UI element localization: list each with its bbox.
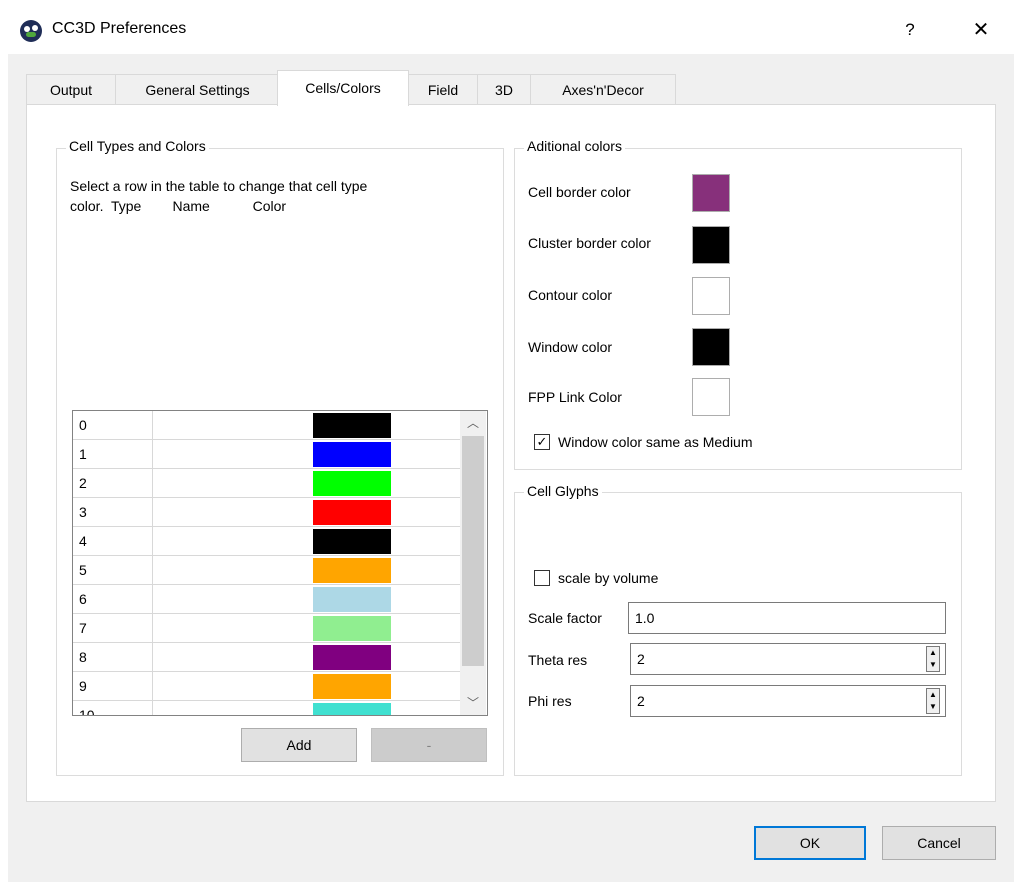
tab-axes-decor[interactable]: Axes'n'Decor bbox=[530, 74, 676, 104]
tab-3d[interactable]: 3D bbox=[477, 74, 531, 104]
cell-type-table[interactable]: 0 1 2 3 4 5 6 7 8 9 10 bbox=[72, 410, 488, 716]
theta-res-label: Theta res bbox=[528, 652, 588, 668]
scrollbar-thumb[interactable] bbox=[462, 436, 484, 666]
cell-type-color-swatch[interactable] bbox=[313, 703, 391, 715]
same-as-medium-label: Window color same as Medium bbox=[558, 434, 753, 450]
phi-res-spinbox[interactable]: 2 bbox=[630, 685, 946, 717]
cell-type-name bbox=[153, 469, 313, 497]
table-row[interactable]: 3 bbox=[73, 498, 461, 527]
help-button[interactable]: ? bbox=[898, 16, 922, 44]
app-icon bbox=[20, 20, 42, 42]
cell-type-name bbox=[153, 527, 313, 555]
cell-type-color-swatch[interactable] bbox=[313, 442, 391, 467]
table-row[interactable]: 6 bbox=[73, 585, 461, 614]
tab-field[interactable]: Field bbox=[408, 74, 478, 104]
scale-by-volume-label: scale by volume bbox=[558, 570, 659, 586]
cell-glyphs-groupbox bbox=[514, 492, 962, 776]
scale-factor-label: Scale factor bbox=[528, 610, 602, 626]
table-row[interactable]: 0 bbox=[73, 411, 461, 440]
window-color-label: Window color bbox=[528, 339, 613, 355]
theta-res-spinbox[interactable]: 2 bbox=[630, 643, 946, 675]
cell-type-name bbox=[153, 614, 313, 642]
cell-type-id: 10 bbox=[73, 701, 153, 715]
cluster-border-color-swatch[interactable] bbox=[692, 226, 730, 264]
ok-button[interactable]: OK bbox=[754, 826, 866, 860]
cell-border-color-label: Cell border color bbox=[528, 184, 631, 200]
fpp-link-color-swatch[interactable] bbox=[692, 378, 730, 416]
close-button[interactable]: ✕ bbox=[966, 16, 996, 44]
cell-type-id: 5 bbox=[73, 556, 153, 584]
cell-type-id: 7 bbox=[73, 614, 153, 642]
additional-colors-group-title: Aditional colors bbox=[524, 138, 625, 154]
cell-type-id: 8 bbox=[73, 643, 153, 671]
table-row[interactable]: 10 bbox=[73, 701, 461, 715]
table-row[interactable]: 1 bbox=[73, 440, 461, 469]
cell-type-name bbox=[153, 701, 313, 715]
cell-type-name bbox=[153, 440, 313, 468]
cell-border-color-swatch[interactable] bbox=[692, 174, 730, 212]
tab-general-settings[interactable]: General Settings bbox=[115, 74, 280, 104]
cell-type-name bbox=[153, 585, 313, 613]
table-row[interactable]: 8 bbox=[73, 643, 461, 672]
cancel-button[interactable]: Cancel bbox=[882, 826, 996, 860]
add-button[interactable]: Add bbox=[241, 728, 357, 762]
cell-type-color-swatch[interactable] bbox=[313, 645, 391, 670]
scale-factor-input[interactable]: 1.0 bbox=[628, 602, 946, 634]
cell-type-id: 0 bbox=[73, 411, 153, 439]
cell-type-id: 6 bbox=[73, 585, 153, 613]
cell-type-id: 3 bbox=[73, 498, 153, 526]
cell-type-id: 1 bbox=[73, 440, 153, 468]
cell-type-color-swatch[interactable] bbox=[313, 674, 391, 699]
cell-type-color-swatch[interactable] bbox=[313, 529, 391, 554]
fpp-link-color-label: FPP Link Color bbox=[528, 389, 622, 405]
scale-by-volume-checkbox[interactable] bbox=[534, 570, 550, 586]
scroll-up-icon[interactable]: ︿ bbox=[460, 411, 486, 435]
cell-type-id: 9 bbox=[73, 672, 153, 700]
table-row[interactable]: 9 bbox=[73, 672, 461, 701]
tab-output[interactable]: Output bbox=[26, 74, 116, 104]
table-row[interactable]: 7 bbox=[73, 614, 461, 643]
cell-glyphs-group-title: Cell Glyphs bbox=[524, 483, 602, 499]
cell-type-name bbox=[153, 672, 313, 700]
cell-type-name bbox=[153, 411, 313, 439]
cell-type-color-swatch[interactable] bbox=[313, 616, 391, 641]
cell-type-color-swatch[interactable] bbox=[313, 471, 391, 496]
remove-button[interactable]: - bbox=[371, 728, 487, 762]
instruction-line-1: Select a row in the table to change that… bbox=[70, 178, 368, 194]
cell-type-name bbox=[153, 556, 313, 584]
cell-type-color-swatch[interactable] bbox=[313, 558, 391, 583]
phi-res-label: Phi res bbox=[528, 693, 572, 709]
cluster-border-color-label: Cluster border color bbox=[528, 235, 651, 251]
instruction-line-2: color. Type Name Color bbox=[70, 198, 287, 214]
contour-color-swatch[interactable] bbox=[692, 277, 730, 315]
theta-res-stepper-icon[interactable]: ▲ ▼ bbox=[926, 646, 940, 672]
scroll-down-icon[interactable]: ﹀ bbox=[460, 691, 486, 715]
window-title: CC3D Preferences bbox=[52, 20, 187, 37]
contour-color-label: Contour color bbox=[528, 287, 613, 303]
table-row[interactable]: 2 bbox=[73, 469, 461, 498]
phi-res-stepper-icon[interactable]: ▲ ▼ bbox=[926, 688, 940, 714]
table-row[interactable]: 4 bbox=[73, 527, 461, 556]
cell-type-name bbox=[153, 498, 313, 526]
cell-types-group-title: Cell Types and Colors bbox=[66, 138, 209, 154]
cell-type-id: 2 bbox=[73, 469, 153, 497]
same-as-medium-checkbox[interactable]: ✓ bbox=[534, 434, 550, 450]
cell-type-color-swatch[interactable] bbox=[313, 500, 391, 525]
cell-type-color-swatch[interactable] bbox=[313, 587, 391, 612]
cell-type-name bbox=[153, 643, 313, 671]
tab-cells-colors[interactable]: Cells/Colors bbox=[277, 70, 409, 106]
cell-type-color-swatch[interactable] bbox=[313, 413, 391, 438]
table-row[interactable]: 5 bbox=[73, 556, 461, 585]
cell-type-id: 4 bbox=[73, 527, 153, 555]
window-color-swatch[interactable] bbox=[692, 328, 730, 366]
